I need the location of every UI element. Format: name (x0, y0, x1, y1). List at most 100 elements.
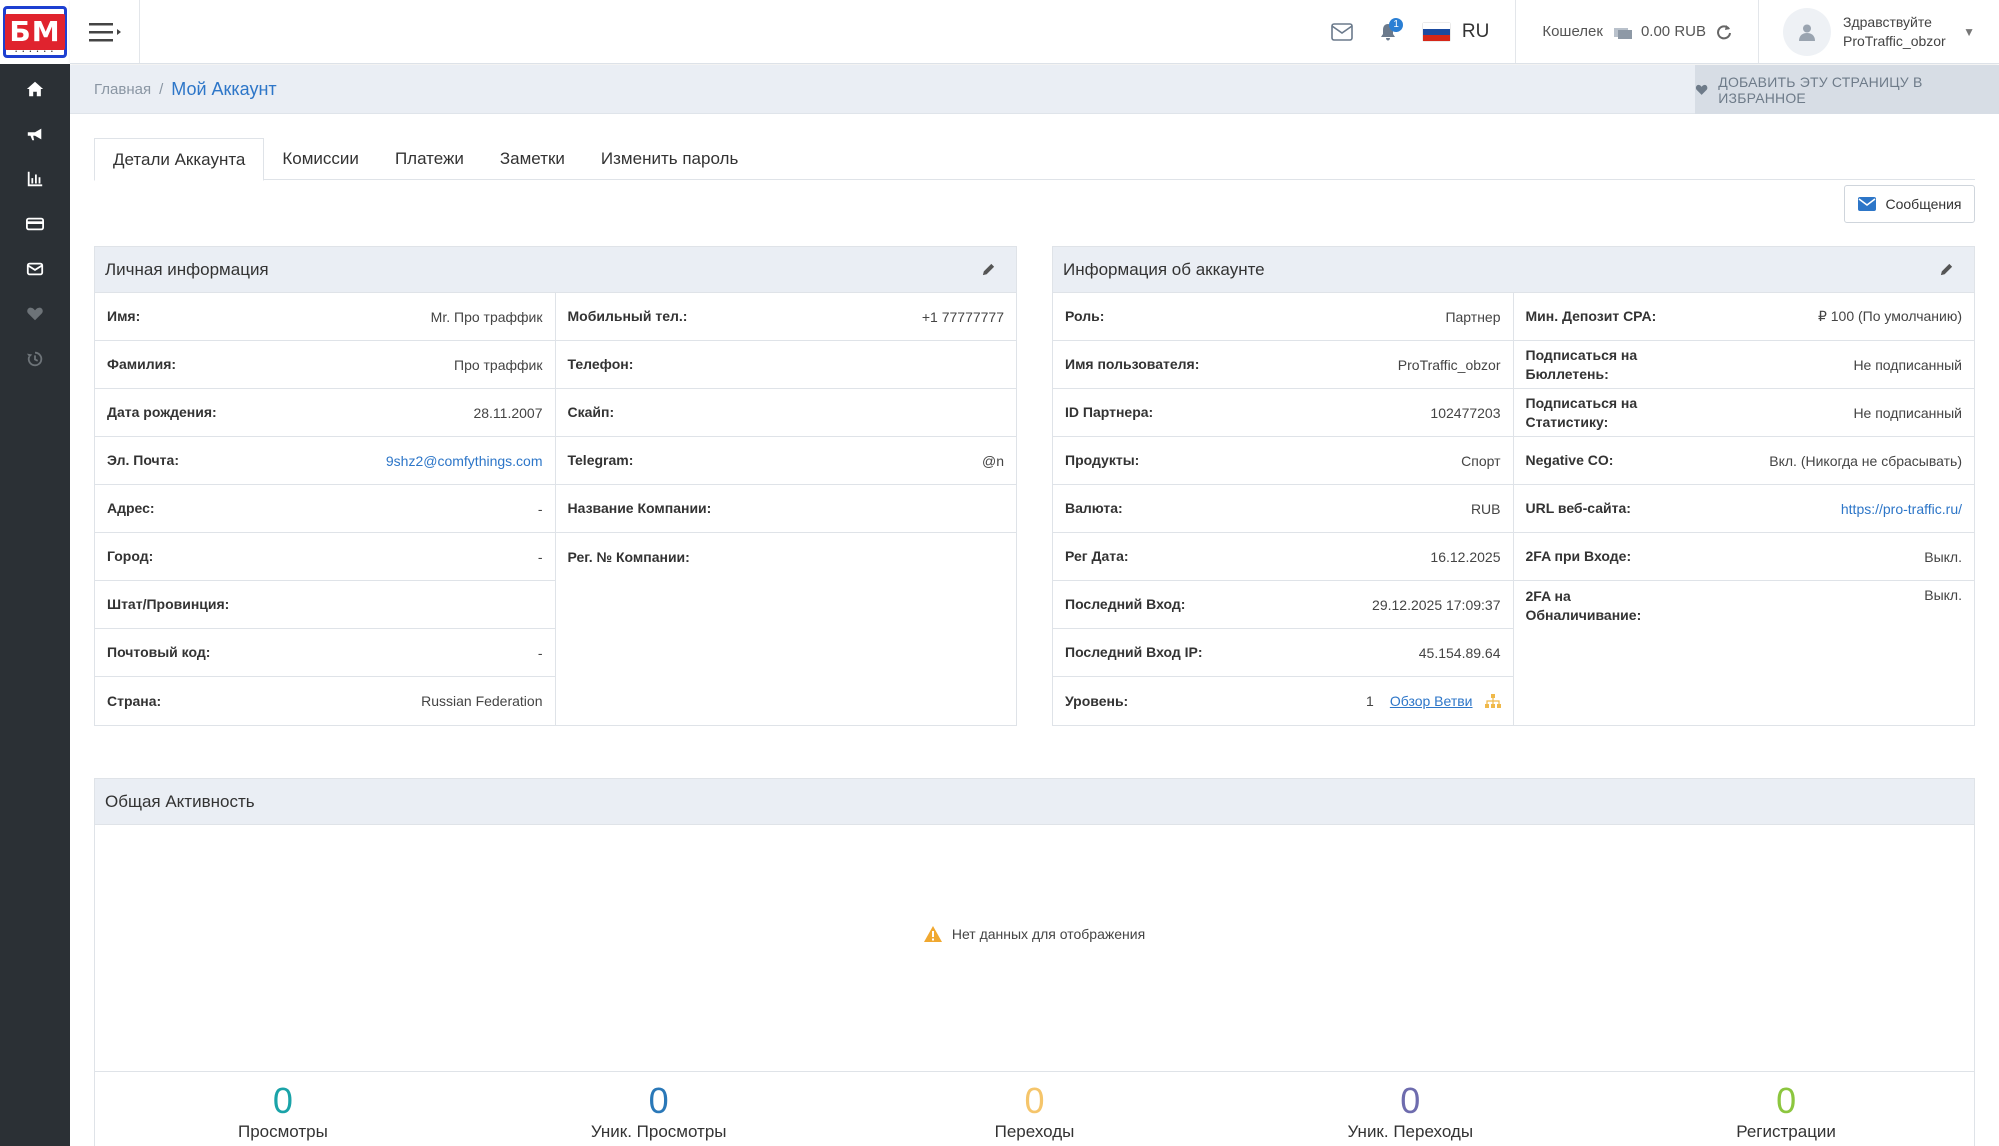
info-label: Мин. Депозит CPA: (1525, 308, 1657, 324)
sitemap-icon[interactable] (1484, 694, 1501, 708)
info-row: Negative CO: Вкл. (Никогда не сбрасывать) (1513, 437, 1974, 485)
tab-commissions[interactable]: Комиссии (264, 138, 377, 180)
info-value: @n (982, 452, 1004, 469)
info-label: ID Партнера: (1065, 404, 1154, 420)
pencil-icon[interactable] (981, 262, 996, 277)
breadcrumb-home[interactable]: Главная (94, 81, 151, 98)
menu-toggle[interactable] (70, 0, 140, 63)
notification-badge: 1 (1389, 17, 1403, 32)
chevron-down-icon: ▼ (1963, 24, 1975, 39)
account-info-panel: Информация об аккаунте Роль: Партнер Имя … (1052, 246, 1975, 726)
russia-flag-icon[interactable] (1422, 22, 1450, 41)
info-row: Последний Вход IP: 45.154.89.64 (1053, 629, 1513, 677)
heart-icon (1695, 84, 1708, 95)
info-label: Адрес: (107, 500, 155, 516)
info-value: 28.11.2007 (473, 404, 543, 421)
bar-chart-icon (27, 171, 43, 186)
home-icon (26, 81, 44, 96)
info-value: - (537, 500, 543, 517)
info-label: Скайп: (567, 404, 615, 420)
avatar (1783, 7, 1831, 56)
personal-info-header: Личная информация (95, 247, 1016, 293)
info-row: Страна: Russian Federation (95, 677, 555, 725)
bullhorn-icon (27, 128, 42, 140)
info-value: Партнер (1445, 308, 1501, 325)
sidebar-item-campaigns[interactable] (0, 111, 70, 156)
level-value: 1 Обзор Ветви (1366, 693, 1501, 709)
info-label: Штат/Провинция: (107, 596, 230, 612)
info-value: RUB (1470, 500, 1501, 517)
stat-views: 0 Просмотры (95, 1072, 471, 1146)
sidebar-item-messages[interactable] (0, 246, 70, 291)
sidebar-item-favorites[interactable] (0, 291, 70, 336)
activity-stats: 0 Просмотры 0 Уник. Просмотры 0 Переходы 0У… (95, 1071, 1974, 1146)
language-selector[interactable]: RU (1462, 21, 1489, 43)
breadcrumb-separator: / (159, 81, 164, 98)
sidebar-item-home[interactable] (0, 66, 70, 111)
history-icon (26, 351, 43, 366)
envelope-icon (26, 262, 44, 275)
notifications-button[interactable]: 1 (1371, 15, 1405, 49)
mail-button[interactable] (1325, 15, 1359, 49)
stat-label: Уник. Просмотры (590, 1122, 727, 1141)
tab-payments[interactable]: Платежи (377, 138, 482, 180)
info-value: Выкл. (1924, 548, 1962, 565)
info-row: Фамилия: Про траффик (95, 341, 555, 389)
heart-icon (27, 307, 43, 320)
refresh-icon[interactable] (1716, 24, 1732, 40)
info-row: ID Партнера: 102477203 (1053, 389, 1513, 437)
stat-value: 0 (1400, 1080, 1421, 1121)
info-value: Не подписанный (1853, 356, 1962, 373)
info-value: 102477203 (1430, 404, 1501, 421)
info-row: Продукты: Спорт (1053, 437, 1513, 485)
sidebar-item-reports[interactable] (0, 156, 70, 201)
info-value: - (537, 644, 543, 661)
info-row: Мин. Депозит CPA: ₽ 100 (По умолчанию) (1513, 293, 1974, 341)
messages-button[interactable]: Сообщения (1844, 185, 1975, 223)
pencil-icon[interactable] (1939, 262, 1954, 277)
tab-account-details[interactable]: Детали Аккаунта (94, 138, 265, 181)
envelope-icon (1331, 22, 1353, 41)
stat-value: 0 (1776, 1080, 1797, 1121)
info-label: 2FA при Входе: (1525, 548, 1632, 564)
breadcrumb-bar: Главная / Мой Аккаунт ДОБАВИТЬ ЭТУ СТРАН… (70, 65, 1999, 114)
logo[interactable]: БМ • • • • • • (0, 0, 70, 64)
email-link[interactable]: 9shz2@comfythings.com (386, 453, 543, 469)
info-row: Телефон: (555, 341, 1016, 389)
account-info-title: Информация об аккаунте (1063, 259, 1265, 279)
tab-notes[interactable]: Заметки (482, 138, 583, 180)
money-icon (1613, 27, 1632, 39)
sidebar-item-history[interactable] (0, 336, 70, 381)
tab-change-password[interactable]: Изменить пароль (583, 138, 756, 180)
activity-header: Общая Активность (95, 779, 1974, 825)
sidebar-item-payments[interactable] (0, 201, 70, 246)
branch-overview-link[interactable]: Обзор Ветви (1390, 693, 1473, 709)
wallet[interactable]: Кошелек 0.00 RUB (1516, 23, 1758, 40)
info-label: Рег Дата: (1065, 548, 1129, 564)
info-label: Negative CO: (1525, 452, 1614, 468)
hamburger-icon (88, 22, 121, 41)
info-label: Уровень: (1065, 692, 1129, 709)
info-label: 2FA на Обналичивание: (1525, 588, 1642, 623)
account-info-left-column: Роль: Партнер Имя пользователя: ProTraffic… (1053, 293, 1514, 725)
info-row: Дата рождения: 28.11.2007 (95, 389, 555, 437)
info-row: Уровень: 1 Обзор Ветви (1053, 677, 1513, 725)
info-label: Рег. № Компании: (567, 548, 690, 565)
info-value: 16.12.2025 (1430, 548, 1501, 565)
activity-panel: Общая Активность Нет данных для отображе… (94, 778, 1975, 1146)
stat-label: Переходы (994, 1122, 1075, 1141)
stat-label: Уник. Переходы (1347, 1122, 1474, 1141)
top-header: 1 RU Кошелек 0.00 RUB Здравствуйте ProTr… (70, 0, 1999, 64)
add-favorite-button[interactable]: ДОБАВИТЬ ЭТУ СТРАНИЦУ В ИЗБРАННОЕ (1695, 65, 1999, 114)
info-label: Валюта: (1065, 500, 1123, 516)
account-tabs: Детали Аккаунта Комиссии Платежи Заметки… (94, 138, 1975, 181)
envelope-icon (1857, 197, 1876, 211)
website-link[interactable]: https://pro-traffic.ru/ (1841, 501, 1962, 517)
info-value: Выкл. (1924, 587, 1962, 603)
user-menu[interactable]: Здравствуйте ProTraffic_obzor ▼ (1759, 7, 1999, 56)
info-row: Штат/Провинция: (95, 581, 555, 629)
info-row: Адрес: - (95, 485, 555, 533)
info-row: URL веб-сайта: https://pro-traffic.ru/ (1513, 485, 1974, 533)
stat-value: 0 (1024, 1080, 1045, 1121)
info-value: ₽ 100 (По умолчанию) (1817, 308, 1962, 324)
